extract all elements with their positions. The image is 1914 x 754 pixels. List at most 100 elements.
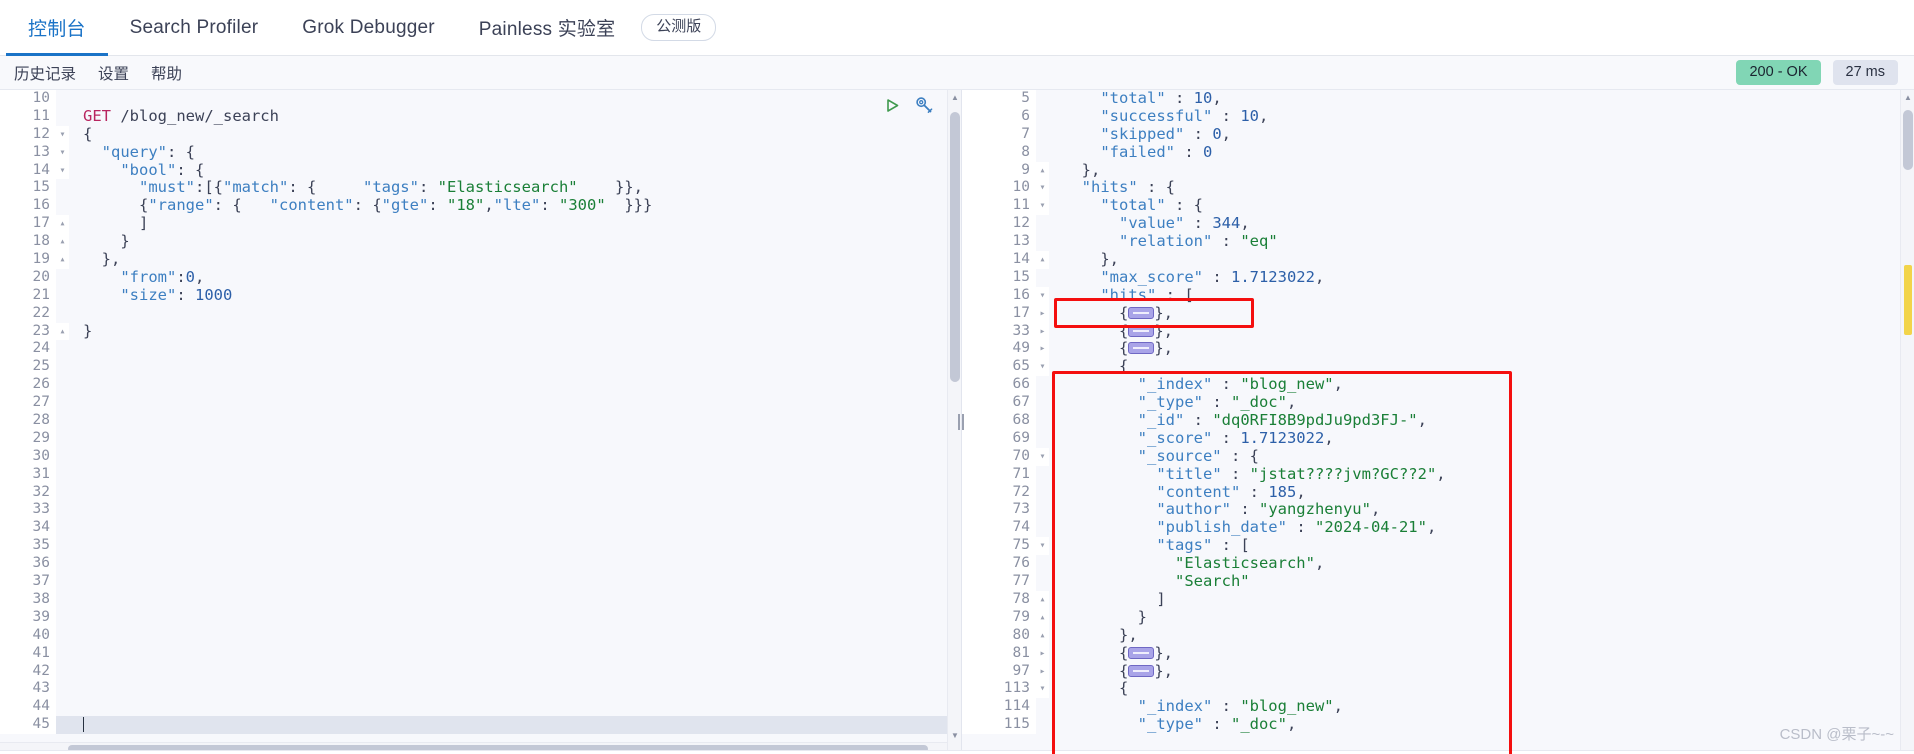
code-line: 12 ▾ { xyxy=(0,125,961,144)
menu-history[interactable]: 历史记录 xyxy=(14,62,76,84)
nav-tab-console[interactable]: 控制台 xyxy=(6,0,108,56)
status-badge: 200 - OK xyxy=(1736,59,1821,86)
code-text: "Elasticsearch", xyxy=(1174,554,1325,573)
code-line: 6 "successful" : 10, xyxy=(962,106,1914,126)
fold-toggle-icon[interactable]: ▸ xyxy=(1036,304,1049,323)
line-number: 15 xyxy=(962,268,1036,287)
line-number: 69 xyxy=(962,429,1036,448)
fold-toggle-icon[interactable]: ▴ xyxy=(56,215,69,234)
code-line: 72 "content" : 185, xyxy=(962,483,1914,502)
code-text: ] xyxy=(1063,589,1166,608)
code-line: 79 ▴ } xyxy=(962,608,1914,627)
code-text: {}, xyxy=(1063,339,1173,358)
fold-toggle-icon[interactable]: ▾ xyxy=(1036,286,1049,305)
line-number: 34 xyxy=(0,519,56,538)
nav-tab-painless-lab[interactable]: Painless 实验室 xyxy=(457,0,638,55)
response-scroll-up-arrow[interactable]: ▲ xyxy=(1901,90,1914,104)
fold-toggle-icon[interactable]: ▾ xyxy=(1036,680,1049,699)
line-number: 20 xyxy=(0,268,56,287)
fold-toggle-icon[interactable]: ▴ xyxy=(56,233,69,252)
fold-toggle-icon[interactable]: ▴ xyxy=(1036,590,1049,609)
fold-toggle-icon[interactable]: ▴ xyxy=(56,322,69,341)
collapsed-fold-icon[interactable] xyxy=(1128,306,1155,319)
collapsed-fold-icon[interactable] xyxy=(1128,324,1155,337)
request-editor-pane[interactable]: 10 11 GET /blog_new/_search 12 ▾ {13 ▾ "query"… xyxy=(0,90,962,754)
fold-toggle-icon[interactable]: ▴ xyxy=(1036,608,1049,627)
line-number: 31 xyxy=(0,465,56,484)
code-line: 14 ▾ "bool": { xyxy=(0,161,961,180)
line-number: 81 xyxy=(962,644,1036,663)
code-line: 22 xyxy=(0,304,961,323)
play-icon[interactable] xyxy=(884,97,901,114)
fold-toggle-icon[interactable]: ▾ xyxy=(1036,197,1049,216)
fold-toggle-icon[interactable]: ▸ xyxy=(1036,322,1049,341)
line-number: 7 xyxy=(962,125,1036,144)
code-line: 74 "publish_date" : "2024-04-21", xyxy=(962,518,1914,538)
code-line: 76 "Elasticsearch", xyxy=(962,554,1914,574)
collapsed-fold-icon[interactable] xyxy=(1128,664,1155,677)
response-vertical-scrollbar[interactable]: ▲ xyxy=(1900,90,1914,754)
line-number: 17 xyxy=(0,215,56,234)
fold-toggle-icon[interactable]: ▸ xyxy=(1036,644,1049,663)
code-line: 41 xyxy=(0,644,961,663)
code-line: 78 ▴ ] xyxy=(962,589,1914,609)
code-line: 11 ▾ "total" : { xyxy=(962,196,1914,216)
fold-toggle-icon[interactable]: ▾ xyxy=(1036,447,1049,466)
code-text: "_source" : { xyxy=(1137,446,1259,465)
code-line: 14 ▴ }, xyxy=(962,250,1914,269)
response-time-badge: 27 ms xyxy=(1832,59,1898,86)
code-line: 80 ▴ }, xyxy=(962,626,1914,645)
menu-help[interactable]: 帮助 xyxy=(151,62,182,84)
collapsed-fold-icon[interactable] xyxy=(1128,646,1155,659)
code-line: 42 xyxy=(0,662,961,681)
fold-toggle-icon[interactable]: ▴ xyxy=(1036,251,1049,269)
fold-toggle-icon[interactable]: ▾ xyxy=(1036,358,1049,377)
code-text: "title" : "jstat????jvm?GC??2", xyxy=(1156,464,1446,483)
fold-toggle-icon[interactable]: ▴ xyxy=(1036,626,1049,645)
line-number: 78 xyxy=(962,590,1036,609)
fold-toggle-icon[interactable]: ▴ xyxy=(56,251,69,269)
line-number: 26 xyxy=(0,376,56,395)
menu-settings[interactable]: 设置 xyxy=(98,62,129,84)
code-line: 20 "from":0, xyxy=(0,268,961,287)
line-number: 40 xyxy=(0,626,56,645)
nav-tab-search-profiler[interactable]: Search Profiler xyxy=(108,0,281,55)
fold-toggle-icon[interactable]: ▾ xyxy=(1036,179,1049,198)
code-line: 5 "total" : 10, xyxy=(962,90,1914,108)
console-toolbar: 历史记录 设置 帮助 200 - OK 27 ms xyxy=(0,56,1914,90)
code-text: "_type" : "_doc", xyxy=(1137,393,1297,412)
code-text: "relation" : "eq" xyxy=(1119,232,1278,251)
code-text: "successful" : 10, xyxy=(1100,106,1269,125)
code-line: 9 ▴ }, xyxy=(962,161,1914,180)
beta-badge[interactable]: 公测版 xyxy=(641,14,717,41)
collapsed-fold-icon[interactable] xyxy=(1128,342,1155,355)
line-number: 10 xyxy=(962,179,1036,198)
line-number: 66 xyxy=(962,376,1036,395)
line-number: 79 xyxy=(962,608,1036,627)
fold-toggle-icon[interactable]: ▸ xyxy=(1036,662,1049,681)
line-number: 65 xyxy=(962,358,1036,377)
fold-toggle-icon[interactable]: ▾ xyxy=(56,161,69,180)
code-line: 27 xyxy=(0,394,961,413)
code-line: 114 "_index" : "blog_new", xyxy=(962,697,1914,717)
wrench-icon[interactable] xyxy=(915,96,933,114)
response-editor-code: 5 "total" : 10, 6 "successful" : 10, 7 "sk… xyxy=(962,90,1914,754)
fold-toggle-icon[interactable]: ▾ xyxy=(1036,537,1049,556)
nav-tab-grok-debugger[interactable]: Grok Debugger xyxy=(280,0,457,55)
code-text: ] xyxy=(83,214,149,233)
code-text: "publish_date" : "2024-04-21", xyxy=(1156,518,1437,537)
fold-toggle-icon[interactable]: ▸ xyxy=(1036,340,1049,359)
fold-toggle-icon[interactable]: ▾ xyxy=(56,125,69,144)
line-number: 24 xyxy=(0,340,56,359)
request-editor-code[interactable]: 10 11 GET /blog_new/_search 12 ▾ {13 ▾ "query"… xyxy=(0,90,961,754)
response-scroll-thumb[interactable] xyxy=(1903,110,1913,170)
line-number: 27 xyxy=(0,394,56,413)
code-text: } xyxy=(83,321,93,340)
line-number: 23 xyxy=(0,322,56,341)
response-editor-pane[interactable]: 5 "total" : 10, 6 "successful" : 10, 7 "sk… xyxy=(962,90,1914,754)
pane-resize-handle[interactable] xyxy=(955,90,969,754)
code-text: {"range": { "content": {"gte": "18","lte… xyxy=(83,196,653,215)
line-number: 6 xyxy=(962,107,1036,126)
fold-toggle-icon[interactable]: ▾ xyxy=(56,143,69,162)
fold-toggle-icon[interactable]: ▴ xyxy=(1036,161,1049,180)
